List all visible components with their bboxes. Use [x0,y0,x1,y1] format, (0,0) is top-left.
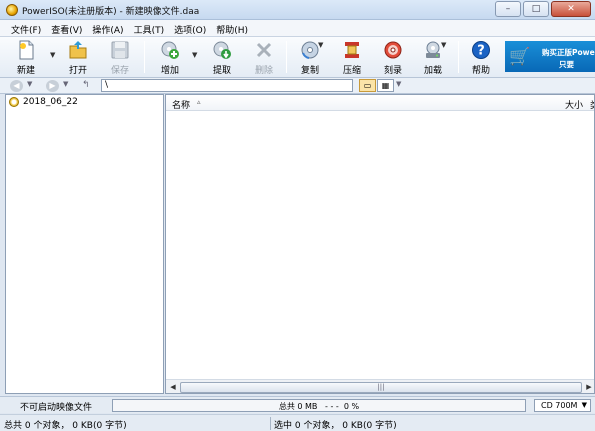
toolbar-separator [144,41,145,73]
open-folder-icon [68,40,88,60]
capacity-progress: 总共 0 MB - - - 0 % [112,399,526,412]
menu-file[interactable]: 文件(F) [6,20,46,36]
menu-options[interactable]: 选项(O) [169,20,211,36]
capacity-bar: 不可启动映像文件 总共 0 MB - - - 0 % CD 700M ▼ [0,396,595,413]
column-size[interactable]: 大小 [565,98,583,111]
new-button[interactable]: 新建 [10,40,42,76]
up-folder-icon[interactable]: ↰ [82,80,90,90]
list-view-icon[interactable]: ▦ [377,79,394,92]
path-input[interactable]: \ [101,79,353,92]
buy-banner-line1: 购买正版Powe [542,48,595,57]
delete-x-icon [254,40,274,60]
column-type[interactable]: 类 [590,98,594,111]
back-dropdown-arrow[interactable]: ▼ [27,80,32,88]
minimize-button[interactable]: – [495,1,521,17]
disc-type-value: CD 700M [541,401,578,410]
delete-button-label: 删除 [254,66,273,76]
toolbar-separator [458,41,459,73]
extract-button[interactable]: 提取 [206,40,238,76]
svg-text:?: ? [477,44,485,59]
folder-tree: 2018_06_22 [5,94,164,394]
toolbar-separator [286,41,287,73]
new-button-label: 新建 [16,66,35,76]
mount-dropdown-arrow[interactable]: ▼ [441,41,446,49]
add-button-label: 增加 [160,66,179,76]
copy-button-label: 复制 [300,66,319,76]
copy-disc-icon [300,40,320,60]
maximize-button[interactable]: □ [523,1,549,17]
selected-objects-status: 选中 0 个对象， 0 KB(0 字节) [274,421,397,431]
close-button[interactable]: ✕ [551,1,591,17]
chevron-down-icon: ▼ [581,401,587,409]
view-dropdown-arrow[interactable]: ▼ [396,80,401,88]
forward-arrow-icon[interactable]: ▶ [46,80,59,92]
mount-drive-icon [423,40,443,60]
tree-root-item[interactable]: 2018_06_22 [9,97,78,107]
add-button[interactable]: 增加 [154,40,186,76]
new-dropdown-arrow[interactable]: ▼ [50,51,55,59]
menu-bar: 文件(F) 查看(V) 操作(A) 工具(T) 选项(O) 帮助(H) [0,20,595,37]
copy-dropdown-arrow[interactable]: ▼ [318,41,323,49]
sort-ascending-icon: ▵ [197,98,201,106]
extract-files-icon [212,40,232,60]
scroll-right-icon[interactable]: ▶ [583,382,594,393]
open-button[interactable]: 打开 [62,40,94,76]
boot-status: 不可启动映像文件 [20,403,93,413]
burn-button[interactable]: 刻录 [377,40,409,76]
status-bar: 总共 0 个对象， 0 KB(0 字节) 选中 0 个对象， 0 KB(0 字节… [0,414,595,431]
compress-button[interactable]: 压缩 [336,40,368,76]
delete-button[interactable]: 删除 [248,40,280,76]
compress-clamp-icon [342,40,362,60]
shopping-cart-icon: 🛒 [509,47,531,67]
scroll-left-icon[interactable]: ◀ [167,382,179,393]
extract-button-label: 提取 [212,66,231,76]
help-button[interactable]: ? 帮助 [465,40,497,76]
file-list: 名称 ▵ 大小 类 ◀ ||| ▶ [165,94,595,394]
burn-disc-icon [383,40,403,60]
status-divider [270,417,271,430]
mount-button-label: 加载 [423,66,442,76]
menu-help[interactable]: 帮助(H) [211,20,253,36]
help-button-label: 帮助 [471,66,490,76]
column-header: 名称 ▵ 大小 类 [166,95,594,111]
disc-type-select[interactable]: CD 700M ▼ [534,399,591,412]
tree-root-label: 2018_06_22 [23,97,78,107]
new-document-icon [16,40,36,60]
menu-action[interactable]: 操作(A) [87,20,128,36]
disc-image-icon [9,97,19,107]
buy-banner-line2: 只要 [559,60,574,69]
open-button-label: 打开 [68,66,87,76]
add-files-icon [160,40,180,60]
total-objects-status: 总共 0 个对象， 0 KB(0 字节) [4,421,127,431]
menu-view[interactable]: 查看(V) [46,20,87,36]
column-name[interactable]: 名称 [172,98,190,111]
help-question-icon: ? [471,40,491,60]
window-controls: – □ ✕ [495,1,591,17]
menu-tools[interactable]: 工具(T) [129,20,170,36]
back-arrow-icon[interactable]: ◀ [10,80,23,92]
poweriso-app-icon [6,4,18,16]
horizontal-scrollbar[interactable]: ◀ ||| ▶ [166,379,594,393]
add-dropdown-arrow[interactable]: ▼ [192,51,197,59]
address-bar: ◀ ▼ ▶ ▼ ↰ \ ▭ ▦ ▼ [0,78,595,94]
compress-button-label: 压缩 [342,66,361,76]
burn-button-label: 刻录 [383,66,402,76]
save-disk-icon [110,40,130,60]
title-bar: PowerISO(未注册版本) - 新建映像文件.daa – □ ✕ [0,0,595,20]
save-button[interactable]: 保存 [104,40,136,76]
buy-banner[interactable]: 🛒 购买正版Powe 只要 [505,41,595,72]
window-title: PowerISO(未注册版本) - 新建映像文件.daa [22,7,200,17]
forward-dropdown-arrow[interactable]: ▼ [63,80,68,88]
folder-view-icon[interactable]: ▭ [359,79,376,92]
capacity-text: 总共 0 MB - - - 0 % [278,402,360,411]
save-button-label: 保存 [110,66,129,76]
scrollbar-thumb[interactable]: ||| [180,382,582,393]
